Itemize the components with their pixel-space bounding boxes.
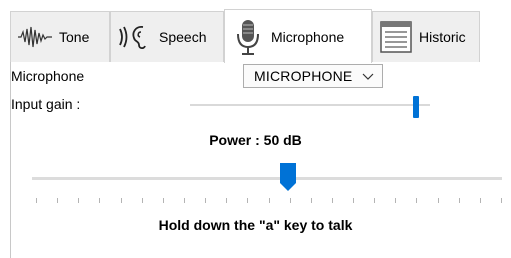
power-slider-thumb[interactable] — [279, 162, 297, 195]
power-slider-tick — [480, 198, 481, 203]
tab-speech[interactable]: Speech — [110, 11, 224, 62]
power-slider-tick — [353, 198, 354, 203]
power-slider-tick — [395, 198, 396, 203]
power-slider-tick — [184, 198, 185, 203]
power-slider-tick — [459, 198, 460, 203]
power-slider-tick — [99, 198, 100, 203]
microphone-select[interactable]: MICROPHONE — [243, 64, 383, 88]
power-slider-tick — [142, 198, 143, 203]
power-slider-tick — [78, 198, 79, 203]
power-slider-tick — [311, 198, 312, 203]
power-slider-tick — [290, 198, 291, 203]
chevron-down-icon — [362, 70, 374, 85]
tab-speech-label: Speech — [159, 29, 207, 45]
tab-tone[interactable]: Tone — [10, 11, 110, 62]
waveform-icon — [17, 25, 53, 49]
power-slider-track[interactable] — [32, 177, 502, 180]
tab-historic[interactable]: Historic — [372, 11, 480, 62]
power-slider-tick — [205, 198, 206, 203]
power-slider-tick — [226, 198, 227, 203]
input-gain-label: Input gain : — [11, 96, 81, 112]
ear-sound-icon — [117, 23, 153, 51]
power-slider-tick — [269, 198, 270, 203]
input-gain-thumb[interactable] — [412, 96, 419, 118]
power-slider-ticks — [36, 198, 502, 204]
tab-historic-label: Historic — [419, 29, 466, 45]
power-slider-tick — [121, 198, 122, 203]
power-readout: Power : 50 dB — [209, 132, 302, 148]
tab-microphone[interactable]: Microphone — [224, 9, 372, 63]
power-slider-tick — [247, 198, 248, 203]
microphone-select-value: MICROPHONE — [254, 68, 353, 84]
power-slider-tick — [438, 198, 439, 203]
talk-hint: Hold down the "a" key to talk — [158, 217, 353, 233]
input-gain-track[interactable] — [190, 104, 430, 106]
microphone-label: Microphone — [11, 68, 85, 84]
tab-bar: Tone Speech Microphone Historic — [10, 9, 480, 63]
microphone-panel: Tone Speech Microphone Historic Micropho… — [0, 0, 511, 258]
power-slider-tick — [57, 198, 58, 203]
power-slider-tick — [374, 198, 375, 203]
power-slider-tick — [332, 198, 333, 203]
microphone-icon — [231, 17, 265, 57]
tab-microphone-label: Microphone — [271, 28, 345, 45]
power-slider-tick — [501, 198, 502, 203]
document-list-icon — [379, 20, 413, 54]
power-slider-tick — [163, 198, 164, 203]
power-slider-tick — [416, 198, 417, 203]
tab-tone-label: Tone — [59, 29, 90, 45]
power-slider-tick — [36, 198, 37, 203]
